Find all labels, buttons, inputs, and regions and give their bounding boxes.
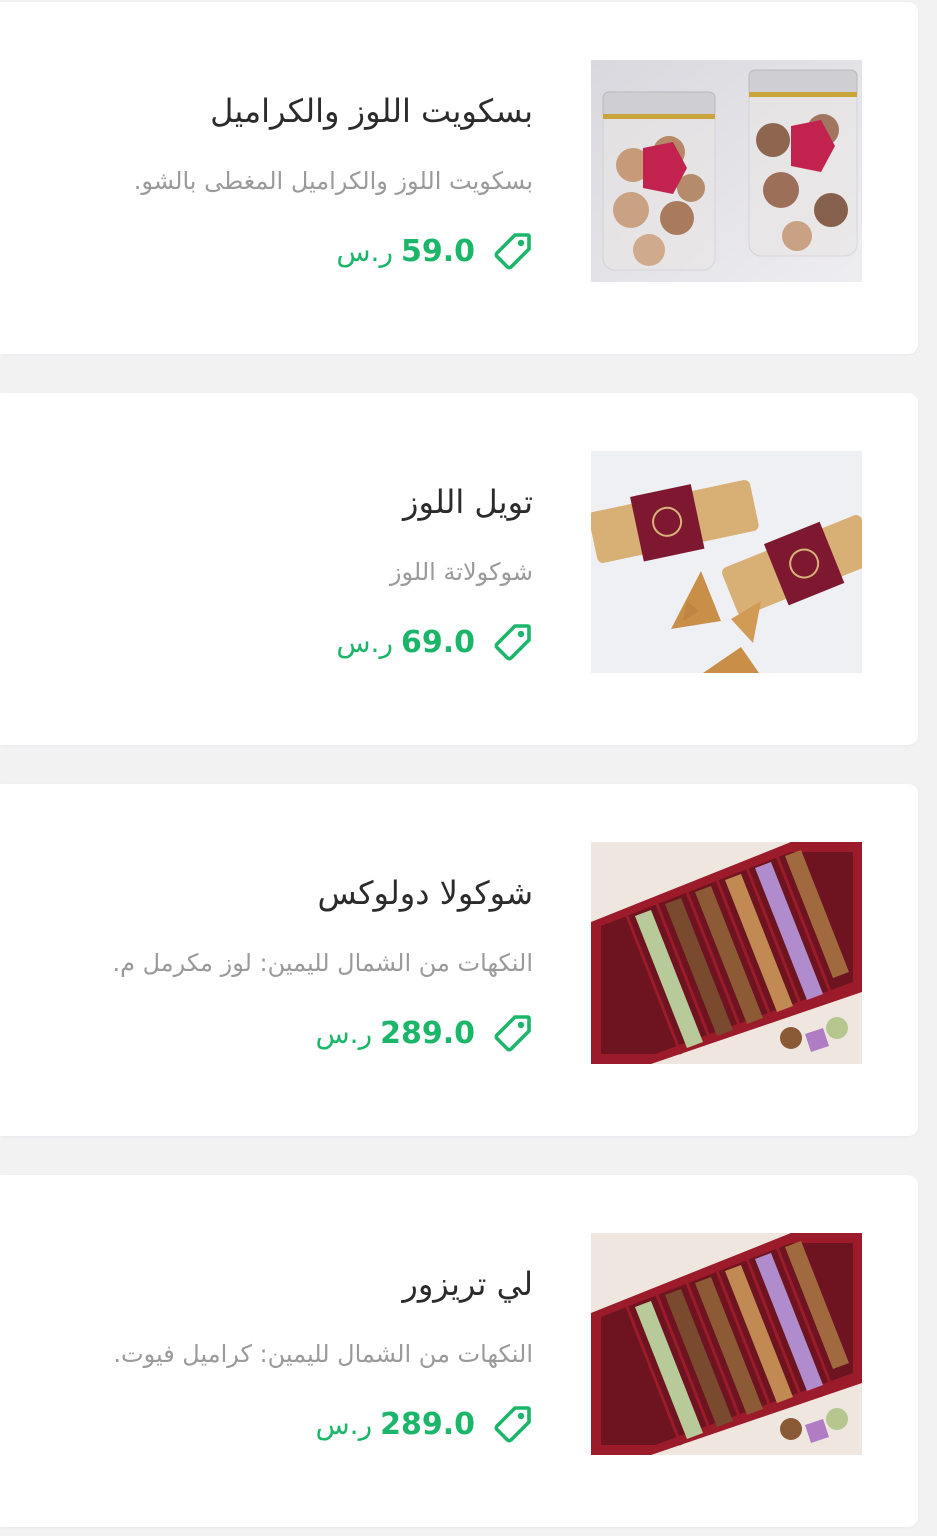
price-tag-icon xyxy=(493,622,533,662)
product-card[interactable]: بسكويت اللوز والكراميل بسكويت اللوز والك… xyxy=(0,2,918,354)
product-title[interactable]: شوكولا دولوكس xyxy=(317,874,533,912)
price-currency: ر.س xyxy=(315,1016,373,1050)
product-description: النكهات من الشمال لليمين: كراميل فيوت. xyxy=(113,1340,533,1368)
product-description: شوكولاتة اللوز xyxy=(389,558,533,586)
product-price: ر.س 59.0 xyxy=(336,234,475,269)
product-image-almond-caramel-jars[interactable] xyxy=(591,60,862,282)
product-card[interactable]: تويل اللوز شوكولاتة اللوز ر.س 69.0 xyxy=(0,393,918,745)
product-price: ر.س 289.0 xyxy=(315,1016,475,1051)
price-row: ر.س 289.0 xyxy=(315,1400,533,1448)
price-amount: 59.0 xyxy=(400,233,475,269)
product-image-almond-tuile[interactable] xyxy=(591,451,862,673)
product-image-deluxe-box[interactable] xyxy=(591,842,862,1064)
product-title[interactable]: بسكويت اللوز والكراميل xyxy=(210,92,533,130)
price-tag-icon xyxy=(493,231,533,271)
product-card[interactable]: شوكولا دولوكس النكهات من الشمال لليمين: … xyxy=(0,784,918,1136)
product-price: ر.س 69.0 xyxy=(336,625,475,660)
product-list: بسكويت اللوز والكراميل بسكويت اللوز والك… xyxy=(0,0,937,1536)
product-title[interactable]: تويل اللوز xyxy=(403,483,533,521)
product-card[interactable]: لي تريزور النكهات من الشمال لليمين: كرام… xyxy=(0,1175,918,1527)
price-currency: ر.س xyxy=(315,1407,373,1441)
product-description: النكهات من الشمال لليمين: لوز مكرمل م. xyxy=(112,949,533,977)
product-price: ر.س 289.0 xyxy=(315,1407,475,1442)
product-title[interactable]: لي تريزور xyxy=(402,1265,533,1303)
price-row: ر.س 289.0 xyxy=(315,1009,533,1057)
price-amount: 289.0 xyxy=(380,1406,475,1442)
price-row: ر.س 69.0 xyxy=(336,618,533,666)
price-currency: ر.س xyxy=(336,234,393,268)
product-image-les-tresors-box[interactable] xyxy=(591,1233,862,1455)
product-description: بسكويت اللوز والكراميل المغطى بالشو. xyxy=(133,167,533,195)
price-currency: ر.س xyxy=(336,625,393,659)
price-amount: 69.0 xyxy=(400,624,475,660)
price-tag-icon xyxy=(493,1013,533,1053)
price-tag-icon xyxy=(493,1404,533,1444)
price-amount: 289.0 xyxy=(380,1015,475,1051)
price-row: ر.س 59.0 xyxy=(336,227,533,275)
